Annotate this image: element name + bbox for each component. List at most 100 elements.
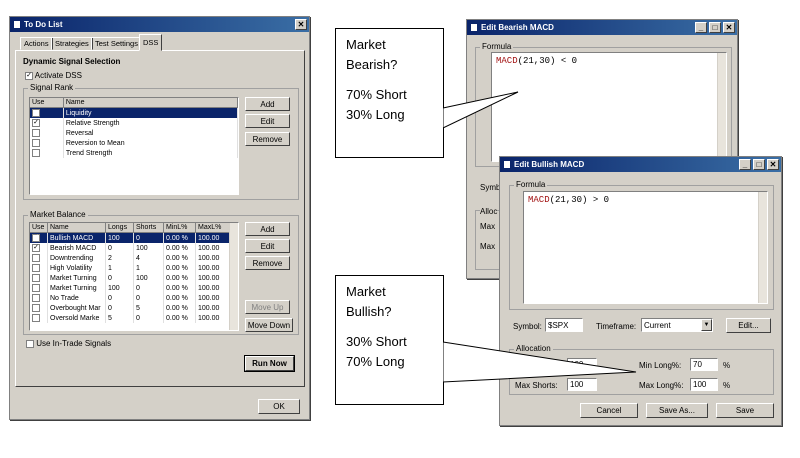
timeframe-select[interactable]: Current ▼ — [641, 318, 713, 332]
row-use-cell[interactable] — [30, 263, 48, 273]
row-checkbox[interactable] — [32, 264, 40, 272]
column-header-use[interactable]: Use — [30, 223, 48, 232]
max-long-input[interactable]: 100 — [690, 378, 718, 391]
column-header-name[interactable]: Name — [64, 98, 238, 107]
row-checkbox[interactable] — [32, 149, 40, 157]
row-checkbox[interactable] — [32, 274, 40, 282]
callout-line: Bearish? — [346, 57, 398, 72]
minimize-icon[interactable]: _ — [739, 159, 751, 170]
row-use-cell[interactable] — [30, 313, 48, 323]
in-trade-check[interactable] — [26, 339, 34, 348]
row-checkbox[interactable] — [32, 304, 40, 312]
signal-add-button[interactable]: Add — [245, 97, 290, 111]
symbol-input[interactable]: $SPX — [545, 318, 583, 332]
row-checkbox[interactable]: ✓ — [32, 244, 40, 252]
row-checkbox[interactable] — [32, 109, 40, 117]
bullish-formula-scrollbar[interactable] — [758, 192, 767, 303]
row-use-cell[interactable]: ✓ — [30, 243, 48, 253]
min-long-input[interactable]: 70 — [690, 358, 718, 371]
move-down-button[interactable]: Move Down — [245, 318, 293, 332]
table-row[interactable]: Reversal — [30, 128, 238, 138]
row-use-cell[interactable] — [30, 283, 48, 293]
row-name-cell: Reversal — [64, 128, 238, 138]
row-use-cell[interactable] — [30, 293, 48, 303]
market-balance-scrollbar[interactable] — [229, 223, 238, 330]
allocation-label: Allocation — [514, 344, 553, 353]
table-row[interactable]: Oversold Marke 5 0 0.00 % 100.00 — [30, 313, 238, 323]
column-header-longs[interactable]: Longs — [106, 223, 134, 232]
tab-test-settings[interactable]: Test Settings — [91, 37, 142, 50]
run-now-button[interactable]: Run Now — [244, 355, 295, 372]
tab-dss[interactable]: DSS — [139, 34, 163, 51]
row-use-cell[interactable]: ✓ — [30, 233, 48, 243]
balance-remove-button[interactable]: Remove — [245, 256, 290, 270]
row-use-cell[interactable] — [30, 303, 48, 313]
row-use-cell[interactable]: ✓ — [30, 118, 64, 128]
max-longs-input[interactable]: 100 — [567, 358, 597, 371]
table-row[interactable]: Trend Strength — [30, 148, 238, 158]
in-trade-signals-checkbox[interactable]: Use In-Trade Signals — [26, 339, 111, 348]
row-checkbox[interactable] — [32, 139, 40, 147]
row-checkbox[interactable]: ✓ — [32, 119, 40, 127]
activate-dss-check[interactable]: ✓ — [25, 71, 33, 80]
bearish-formula-editor[interactable]: MACD(21,30) < 0 — [491, 52, 727, 162]
row-checkbox[interactable] — [32, 314, 40, 322]
bearish-formula-scrollbar[interactable] — [717, 53, 726, 161]
table-row[interactable]: ✓ Bearish MACD 0 100 0.00 % 100.00 — [30, 243, 238, 253]
table-row[interactable]: Market Turning 100 0 0.00 % 100.00 — [30, 283, 238, 293]
close-icon[interactable]: ✕ — [767, 159, 779, 170]
row-minl-cell: 0.00 % — [164, 313, 196, 323]
cancel-button[interactable]: Cancel — [580, 403, 638, 418]
row-checkbox[interactable] — [32, 294, 40, 302]
close-icon[interactable]: ✕ — [723, 22, 735, 33]
column-header-maxl[interactable]: MaxL% — [196, 223, 230, 232]
chevron-down-icon[interactable]: ▼ — [701, 319, 712, 331]
column-header-name[interactable]: Name — [48, 223, 106, 232]
activate-dss-checkbox[interactable]: ✓ Activate DSS — [25, 71, 82, 80]
row-use-cell[interactable] — [30, 148, 64, 158]
column-header-shorts[interactable]: Shorts — [134, 223, 164, 232]
table-row[interactable]: ✓ Relative Strength — [30, 118, 238, 128]
row-maxl-cell: 100.00 — [196, 313, 230, 323]
ok-button[interactable]: OK — [258, 399, 300, 414]
row-checkbox[interactable]: ✓ — [32, 234, 40, 242]
row-longs-cell: 2 — [106, 253, 134, 263]
save-as-button[interactable]: Save As... — [646, 403, 708, 418]
tab-actions[interactable]: Actions — [20, 37, 53, 50]
row-minl-cell: 0.00 % — [164, 273, 196, 283]
table-row[interactable]: Reversion to Mean — [30, 138, 238, 148]
save-button[interactable]: Save — [716, 403, 774, 418]
table-row[interactable]: Liquidity — [30, 108, 238, 118]
balance-edit-button[interactable]: Edit — [245, 239, 290, 253]
column-header-minl[interactable]: MinL% — [164, 223, 196, 232]
maximize-icon[interactable]: □ — [709, 22, 721, 33]
table-row[interactable]: No Trade 0 0 0.00 % 100.00 — [30, 293, 238, 303]
row-checkbox[interactable] — [32, 129, 40, 137]
table-row[interactable]: High Volatility 1 1 0.00 % 100.00 — [30, 263, 238, 273]
row-shorts-cell: 0 — [134, 293, 164, 303]
table-row[interactable]: ✓ Bullish MACD 100 0 0.00 % 100.00 — [30, 233, 238, 243]
row-use-cell[interactable] — [30, 253, 48, 263]
max-shorts-input[interactable]: 100 — [567, 378, 597, 391]
balance-add-button[interactable]: Add — [245, 222, 290, 236]
row-checkbox[interactable] — [32, 284, 40, 292]
close-icon[interactable]: ✕ — [295, 19, 307, 30]
minimize-icon[interactable]: _ — [695, 22, 707, 33]
row-maxl-cell: 100.00 — [196, 293, 230, 303]
row-use-cell[interactable] — [30, 273, 48, 283]
column-header-use[interactable]: Use — [30, 98, 64, 107]
move-up-button[interactable]: Move Up — [245, 300, 290, 314]
row-checkbox[interactable] — [32, 254, 40, 262]
table-row[interactable]: Overbought Mar 0 5 0.00 % 100.00 — [30, 303, 238, 313]
row-use-cell[interactable] — [30, 128, 64, 138]
signal-edit-button[interactable]: Edit — [245, 114, 290, 128]
signal-remove-button[interactable]: Remove — [245, 132, 290, 146]
timeframe-edit-button[interactable]: Edit... — [726, 318, 771, 333]
bullish-formula-editor[interactable]: MACD(21,30) > 0 — [523, 191, 768, 304]
row-use-cell[interactable] — [30, 108, 64, 118]
table-row[interactable]: Downtrending 2 4 0.00 % 100.00 — [30, 253, 238, 263]
table-row[interactable]: Market Turning 0 100 0.00 % 100.00 — [30, 273, 238, 283]
tab-strategies[interactable]: Strategies — [51, 37, 93, 50]
row-use-cell[interactable] — [30, 138, 64, 148]
maximize-icon[interactable]: □ — [753, 159, 765, 170]
